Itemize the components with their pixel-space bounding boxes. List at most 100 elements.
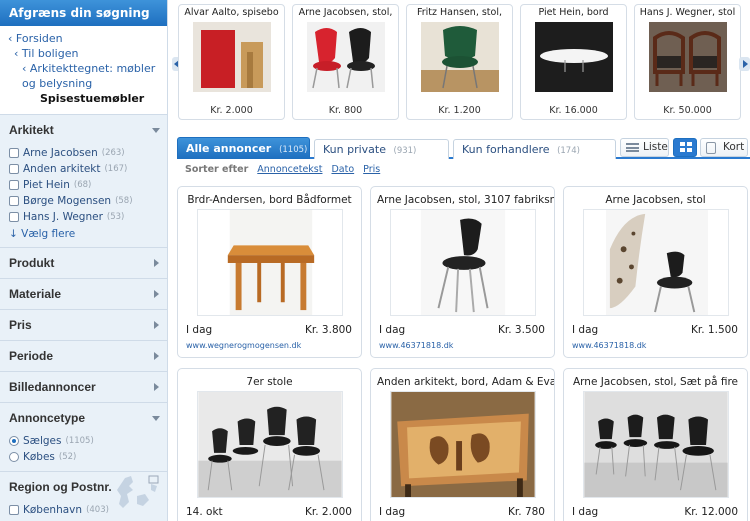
listing-photo[interactable] <box>583 209 729 316</box>
listing-price: Kr. 2.000 <box>305 506 352 518</box>
breadcrumb: ‹ Forsiden ‹ Til boligen ‹ Arkitekttegne… <box>0 26 167 115</box>
filter-produkt[interactable]: Produkt <box>0 248 167 279</box>
carousel-item-image <box>535 22 613 92</box>
carousel-item-image <box>649 22 727 92</box>
sort-by-text-link[interactable]: Annoncetekst <box>257 164 322 175</box>
view-map-label: Kort <box>723 141 745 153</box>
filter-option[interactable]: Købes (52) <box>0 449 167 465</box>
chevron-right-icon <box>154 352 159 360</box>
grid-icon <box>680 142 693 153</box>
listing-seller-link[interactable]: www.46371818.dk <box>572 341 646 350</box>
map-icon <box>706 142 716 154</box>
carousel-item-price: Kr. 16.000 <box>549 105 598 116</box>
filter-sidebar: Afgræns din søgning ‹ Forsiden ‹ Til bol… <box>0 0 168 521</box>
checkbox[interactable] <box>9 148 19 158</box>
listing-date: 14. okt <box>186 506 223 518</box>
chevron-down-icon <box>152 416 160 421</box>
sort-bar: Sorter efter Annoncetekst Dato Pris <box>185 164 380 175</box>
listing-card[interactable]: Anden arkitekt, bord, Adam & Eva, I dag … <box>370 368 555 521</box>
listing-price: Kr. 1.500 <box>691 324 738 336</box>
carousel-item[interactable]: Hans J. Wegner, stol Kr. 50.000 <box>634 4 741 120</box>
show-more-link[interactable]: ↓ Vælg flere <box>0 225 167 247</box>
checkbox[interactable] <box>9 164 19 174</box>
denmark-map-icon[interactable] <box>107 474 161 514</box>
listing-photo[interactable] <box>390 209 536 316</box>
filter-pris[interactable]: Pris <box>0 310 167 341</box>
listing-card[interactable]: 7er stole 14. okt Kr. 2.000 <box>177 368 362 521</box>
listing-seller-link[interactable]: www.wegnerogmogensen.dk <box>186 341 301 350</box>
carousel-item-title: Fritz Hansen, stol, <box>416 7 503 18</box>
view-map-button[interactable]: Kort <box>700 138 748 157</box>
listing-photo[interactable] <box>197 391 343 498</box>
carousel-item[interactable]: Alvar Aalto, spisebo Kr. 2.000 <box>178 4 285 120</box>
checkbox[interactable] <box>9 196 19 206</box>
breadcrumb-link-til-boligen[interactable]: ‹ Til boligen <box>8 46 159 61</box>
listing-title[interactable]: Anden arkitekt, bord, Adam & Eva, <box>371 375 554 389</box>
filter-option[interactable]: Piet Hein (68) <box>0 177 167 193</box>
carousel-item-title: Piet Hein, bord <box>538 7 609 18</box>
checkbox[interactable] <box>9 180 19 190</box>
listing-card[interactable]: Brdr-Andersen, bord Bådformet I dag Kr. … <box>177 186 362 358</box>
listing-card[interactable]: Arne Jacobsen, stol I dag Kr. 1.500 www.… <box>563 186 748 358</box>
carousel-next-button[interactable] <box>739 57 750 71</box>
carousel-item[interactable]: Fritz Hansen, stol, Kr. 1.200 <box>406 4 513 120</box>
listing-photo[interactable] <box>583 391 729 498</box>
listing-date: I dag <box>379 324 406 336</box>
listing-card[interactable]: Arne Jacobsen, stol, Sæt på fire I dag K… <box>563 368 748 521</box>
listing-date: I dag <box>186 324 213 336</box>
listing-date: I dag <box>572 506 599 518</box>
checkbox[interactable] <box>9 212 19 222</box>
list-icon <box>626 143 639 152</box>
filter-billedannoncer-label: Billedannoncer <box>9 380 96 394</box>
radio-button[interactable] <box>9 452 19 462</box>
tab-kun-forhandlere[interactable]: Kun forhandlere (174) <box>453 139 616 159</box>
filter-annoncetype-toggle[interactable]: Annoncetype <box>0 403 167 433</box>
view-grid-button[interactable] <box>673 138 697 157</box>
carousel-item-price: Kr. 800 <box>328 105 363 116</box>
checkbox[interactable] <box>9 505 19 515</box>
tab-alle-annoncer[interactable]: Alle annoncer (1105) <box>177 137 310 159</box>
carousel-item[interactable]: Piet Hein, bord Kr. 16.000 <box>520 4 627 120</box>
filter-periode-label: Periode <box>9 349 54 363</box>
carousel-item[interactable]: Arne Jacobsen, stol, Kr. 800 <box>292 4 399 120</box>
filter-produkt-label: Produkt <box>9 256 55 270</box>
radio-button[interactable] <box>9 436 19 446</box>
filter-option[interactable]: Hans J. Wegner (53) <box>0 209 167 225</box>
chevron-right-icon <box>154 383 159 391</box>
listing-seller-link[interactable]: www.46371818.dk <box>379 341 453 350</box>
listing-price: Kr. 12.000 <box>684 506 738 518</box>
filter-option[interactable]: Børge Mogensen (58) <box>0 193 167 209</box>
listing-title[interactable]: Arne Jacobsen, stol <box>564 193 747 207</box>
filter-option[interactable]: Arne Jacobsen (263) <box>0 145 167 161</box>
listing-price: Kr. 780 <box>508 506 545 518</box>
filter-option[interactable]: Sælges (1105) <box>0 433 167 449</box>
sort-label: Sorter efter <box>185 164 249 175</box>
filter-arkitekt-toggle[interactable]: Arkitekt <box>0 115 167 145</box>
sort-by-price-link[interactable]: Pris <box>363 164 380 175</box>
carousel-item-image <box>421 22 499 92</box>
filter-materiale[interactable]: Materiale <box>0 279 167 310</box>
listing-title[interactable]: Arne Jacobsen, stol, Sæt på fire <box>564 375 747 389</box>
filter-periode[interactable]: Periode <box>0 341 167 372</box>
listing-title[interactable]: 7er stole <box>178 375 361 389</box>
carousel-item-title: Arne Jacobsen, stol, <box>298 7 393 18</box>
filter-option[interactable]: Anden arkitekt (167) <box>0 161 167 177</box>
carousel-item-price: Kr. 1.200 <box>438 105 481 116</box>
featured-carousel: Alvar Aalto, spisebo Kr. 2.000 Arne Jaco… <box>170 0 750 128</box>
tab-kun-private[interactable]: Kun private (931) <box>314 139 449 159</box>
sort-by-date-link[interactable]: Dato <box>331 164 354 175</box>
chevron-right-icon <box>154 321 159 329</box>
listing-title[interactable]: Arne Jacobsen, stol, 3107 fabriksny <box>371 193 554 207</box>
carousel-item-image <box>307 22 385 92</box>
listing-title[interactable]: Brdr-Andersen, bord Bådformet <box>178 193 361 207</box>
filter-billedannoncer[interactable]: Billedannoncer <box>0 372 167 403</box>
view-list-button[interactable]: Liste <box>620 138 669 157</box>
breadcrumb-link-forsiden[interactable]: ‹ Forsiden <box>8 31 159 46</box>
listing-photo[interactable] <box>390 391 536 498</box>
carousel-item-price: Kr. 2.000 <box>210 105 253 116</box>
listing-card[interactable]: Arne Jacobsen, stol, 3107 fabriksny I da… <box>370 186 555 358</box>
listing-price: Kr. 3.800 <box>305 324 352 336</box>
breadcrumb-link-arkitekttegnet[interactable]: ‹ Arkitekttegnet: møbler og belysning <box>8 61 159 91</box>
listing-photo[interactable] <box>197 209 343 316</box>
filter-materiale-label: Materiale <box>9 287 62 301</box>
